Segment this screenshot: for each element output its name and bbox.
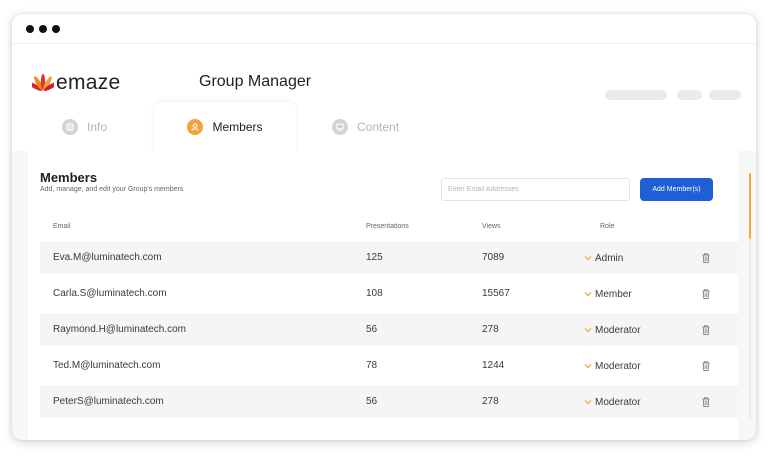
- role-value: Admin: [595, 252, 624, 264]
- column-header-email: Email: [53, 223, 71, 230]
- role-dropdown[interactable]: Admin: [584, 242, 623, 274]
- window-control-dot[interactable]: [39, 25, 47, 33]
- email-cell: Ted.M@luminatech.com: [53, 360, 161, 371]
- trash-icon[interactable]: [700, 324, 712, 336]
- tab-members[interactable]: Members: [154, 102, 296, 152]
- header-placeholder-bar: [605, 90, 667, 100]
- table-row: Carla.S@luminatech.com 108 15567 Member: [40, 278, 738, 310]
- chevron-down-icon: [584, 327, 592, 333]
- chevron-down-icon: [584, 255, 592, 261]
- header-placeholder-bar: [709, 90, 741, 100]
- chevron-down-icon: [584, 363, 592, 369]
- emaze-logo[interactable]: emaze: [32, 71, 121, 95]
- column-header-views: Views: [482, 223, 501, 230]
- presentations-cell: 78: [366, 360, 378, 371]
- table-row: PeterS@luminatech.com 56 278 Moderator: [40, 386, 738, 418]
- tab-bar: Info Members Content: [12, 102, 756, 152]
- views-cell: 278: [482, 396, 499, 407]
- scrollbar-track[interactable]: [749, 239, 751, 419]
- members-icon: [187, 119, 204, 135]
- members-panel: Members Add, manage, and edit your Group…: [28, 151, 751, 440]
- email-input[interactable]: [441, 178, 630, 201]
- role-value: Member: [595, 288, 632, 300]
- scrollbar-thumb[interactable]: [749, 173, 751, 239]
- column-header-role: Role: [600, 223, 615, 230]
- views-cell: 278: [482, 324, 499, 335]
- email-cell: PeterS@luminatech.com: [53, 396, 164, 407]
- role-dropdown[interactable]: Member: [584, 278, 632, 310]
- trash-icon[interactable]: [700, 288, 712, 300]
- section-title: Members: [40, 170, 98, 185]
- members-content-area: Members Add, manage, and edit your Group…: [12, 151, 756, 440]
- trash-icon[interactable]: [700, 252, 712, 264]
- content-icon: [332, 119, 348, 135]
- views-cell: 7089: [482, 252, 505, 263]
- role-value: Moderator: [595, 324, 641, 336]
- peacock-logo-icon: [32, 74, 54, 91]
- email-cell: Eva.M@luminatech.com: [53, 252, 162, 263]
- app-window: emaze Group Manager Info Members Content: [12, 14, 756, 440]
- column-header-presentations: Presentations: [366, 223, 409, 230]
- presentations-cell: 56: [366, 324, 378, 335]
- info-icon: [62, 119, 78, 135]
- window-control-dot[interactable]: [26, 25, 34, 33]
- role-dropdown[interactable]: Moderator: [584, 314, 641, 346]
- presentations-cell: 108: [366, 288, 383, 299]
- views-cell: 15567: [482, 288, 510, 299]
- header-placeholder-bar: [677, 90, 702, 100]
- tab-info[interactable]: Info: [62, 102, 107, 152]
- tab-content[interactable]: Content: [332, 102, 399, 152]
- email-cell: Raymond.H@luminatech.com: [53, 324, 186, 335]
- page-title: Group Manager: [199, 73, 312, 90]
- presentations-cell: 125: [366, 252, 383, 263]
- table-row: Raymond.H@luminatech.com 56 278 Moderato…: [40, 314, 738, 346]
- role-dropdown[interactable]: Moderator: [584, 386, 641, 418]
- tab-label: Members: [212, 120, 263, 134]
- trash-icon[interactable]: [700, 360, 712, 372]
- section-subtitle: Add, manage, and edit your Group's membe…: [40, 186, 184, 193]
- window-control-dot[interactable]: [52, 25, 60, 33]
- chevron-down-icon: [584, 291, 592, 297]
- trash-icon[interactable]: [700, 396, 712, 408]
- window-titlebar: [12, 14, 756, 44]
- views-cell: 1244: [482, 360, 505, 371]
- tab-label: Content: [357, 120, 400, 134]
- role-dropdown[interactable]: Moderator: [584, 350, 641, 382]
- presentations-cell: 56: [366, 396, 378, 407]
- add-members-button[interactable]: Add Member(s): [640, 178, 713, 201]
- role-value: Moderator: [595, 396, 641, 408]
- logo-text: emaze: [56, 71, 121, 94]
- role-value: Moderator: [595, 360, 641, 372]
- chevron-down-icon: [584, 399, 592, 405]
- table-row: Eva.M@luminatech.com 125 7089 Admin: [40, 242, 738, 274]
- table-row: Ted.M@luminatech.com 78 1244 Moderator: [40, 350, 738, 382]
- tab-label: Info: [87, 120, 108, 134]
- email-cell: Carla.S@luminatech.com: [53, 288, 167, 299]
